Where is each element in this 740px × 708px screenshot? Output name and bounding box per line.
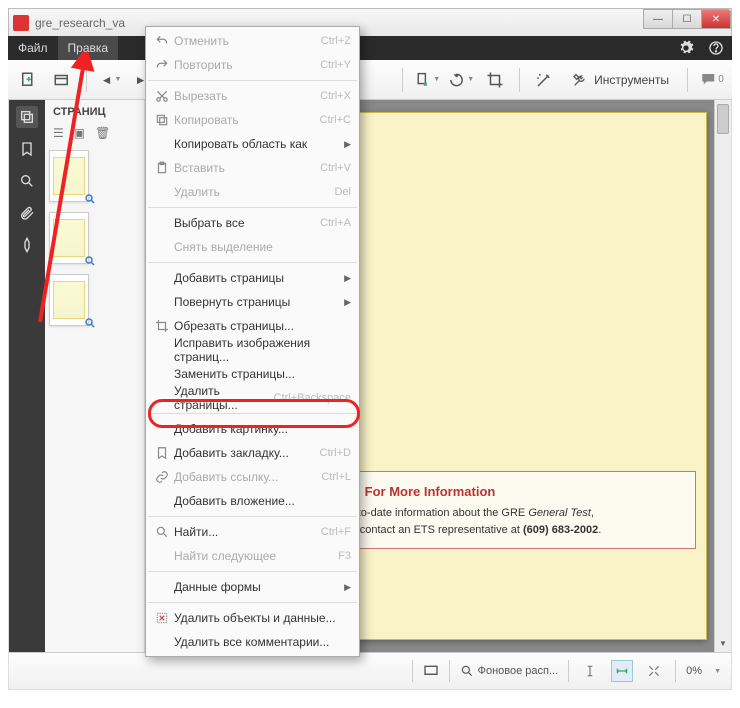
menu-file[interactable]: Файл [8, 36, 58, 60]
workspace: СТРАНИЦ ☰ ▣ 🗑 For More Information to ge… [8, 100, 732, 652]
menu-item-копировать-область-как[interactable]: Копировать область как▶ [146, 132, 359, 156]
icon-strip [9, 100, 45, 652]
titlebar: gre_research_va — ☐ ✕ [8, 8, 732, 36]
add-page-button[interactable]: ▼ [413, 66, 441, 94]
cut-icon [150, 89, 174, 103]
fit-label: Фоновое расп... [478, 665, 559, 677]
menubar: Файл Правка [8, 36, 732, 60]
delobj-icon [150, 611, 174, 625]
menu-item-удалить-объекты-и-данные-[interactable]: Удалить объекты и данные... [146, 606, 359, 630]
chevron-right-icon: ▶ [344, 297, 351, 308]
vertical-scrollbar[interactable]: ▲ ▼ [714, 100, 731, 652]
menu-item-выбрать-все[interactable]: Выбрать всеCtrl+A [146, 211, 359, 235]
menu-item-копировать: КопироватьCtrl+C [146, 108, 359, 132]
close-button[interactable]: ✕ [701, 9, 731, 29]
chevron-right-icon: ▶ [344, 273, 351, 284]
menu-item-удалить-все-комментарии-[interactable]: Удалить все комментарии... [146, 630, 359, 654]
menu-item-удалить: УдалитьDel [146, 180, 359, 204]
menu-item-исправить-изображения-страниц-[interactable]: Исправить изображения страниц... [146, 338, 359, 362]
fit-height-button[interactable] [579, 660, 601, 682]
rotate-button[interactable]: ▼ [447, 66, 475, 94]
search-icon[interactable] [16, 170, 38, 192]
bookmark-icon [150, 446, 174, 460]
menu-item-повторить: ПовторитьCtrl+Y [146, 53, 359, 77]
thumbnails-panel: СТРАНИЦ ☰ ▣ 🗑 [45, 100, 145, 652]
paste-icon [150, 161, 174, 175]
attachment-icon[interactable] [16, 202, 38, 224]
menu-item-заменить-страницы-[interactable]: Заменить страницы... [146, 362, 359, 386]
copy-icon[interactable] [16, 106, 38, 128]
fit-page-button[interactable] [643, 660, 665, 682]
menu-item-повернуть-страницы[interactable]: Повернуть страницы▶ [146, 290, 359, 314]
menu-edit[interactable]: Правка [58, 36, 119, 60]
menu-item-добавить-вложение-[interactable]: Добавить вложение... [146, 489, 359, 513]
menu-item-обрезать-страницы-[interactable]: Обрезать страницы... [146, 314, 359, 338]
toolbar: ◄▼ ►▼ ▼ ▼ Инструменты 0 [8, 60, 732, 100]
crop-button[interactable] [481, 66, 509, 94]
find-icon [150, 525, 174, 539]
menu-item-добавить-картинку-[interactable]: Добавить картинку... [146, 417, 359, 441]
thumbnail-actions: ☰ ▣ 🗑 [45, 124, 144, 146]
bookmark-icon[interactable] [16, 138, 38, 160]
menu-item-добавить-ссылку-: Добавить ссылку...Ctrl+L [146, 465, 359, 489]
edit-menu-dropdown: ОтменитьCtrl+ZПовторитьCtrl+Y ВырезатьCtr… [145, 26, 360, 657]
layout-mode-button[interactable] [423, 663, 439, 679]
gear-icon[interactable] [678, 40, 694, 56]
chevron-right-icon: ▶ [344, 139, 351, 150]
menu-item-удалить-страницы-[interactable]: Удалить страницы...Ctrl+Backspace [146, 386, 359, 410]
thumbnail[interactable] [49, 274, 89, 326]
menu-item-вставить: ВставитьCtrl+V [146, 156, 359, 180]
help-icon[interactable] [708, 40, 724, 56]
zoom-value[interactable]: 0% [686, 665, 702, 677]
menu-item-вырезать: ВырезатьCtrl+X [146, 84, 359, 108]
fit-mode-button[interactable]: Фоновое расп... [460, 664, 559, 678]
menu-item-отменить: ОтменитьCtrl+Z [146, 29, 359, 53]
menu-item-добавить-страницы[interactable]: Добавить страницы▶ [146, 266, 359, 290]
thumb-menu-icon[interactable]: ☰ [53, 126, 64, 140]
nav-back-button[interactable]: ◄▼ [97, 66, 125, 94]
thumb-delete-icon[interactable]: 🗑 [95, 126, 110, 140]
zoom-dropdown-icon[interactable]: ▼ [714, 668, 721, 675]
menu-item-добавить-закладку-[interactable]: Добавить закладку...Ctrl+D [146, 441, 359, 465]
menu-item-найти-[interactable]: Найти...Ctrl+F [146, 520, 359, 544]
menu-item-найти-следующее: Найти следующееF3 [146, 544, 359, 568]
chevron-right-icon: ▶ [344, 582, 351, 593]
scroll-thumb[interactable] [717, 104, 729, 134]
thumbnails-header: СТРАНИЦ [45, 100, 144, 124]
wand-button[interactable] [530, 66, 558, 94]
menu-item-снять-выделение: Снять выделение [146, 235, 359, 259]
undo-icon [150, 34, 174, 48]
window-title: gre_research_va [35, 16, 125, 30]
minimize-button[interactable]: — [643, 9, 673, 29]
thumb-add-icon[interactable]: ▣ [74, 126, 85, 140]
redo-icon [150, 58, 174, 72]
copy-icon [150, 113, 174, 127]
menu-item-данные-формы[interactable]: Данные формы▶ [146, 575, 359, 599]
tools-label: Инструменты [594, 73, 669, 87]
crop-icon [150, 319, 174, 333]
link-icon [150, 470, 174, 484]
tab-add-button[interactable] [48, 66, 76, 94]
app-icon [13, 15, 29, 31]
statusbar: Фоновое расп... 0% ▼ [8, 652, 732, 690]
thumbnails-list [45, 146, 144, 652]
scroll-down-icon[interactable]: ▼ [715, 635, 731, 652]
window-controls: — ☐ ✕ [644, 9, 731, 29]
new-doc-button[interactable] [14, 66, 42, 94]
signature-icon[interactable] [16, 234, 38, 256]
comment-button[interactable]: 0 [698, 66, 726, 94]
tools-button[interactable]: Инструменты [564, 72, 677, 88]
fit-width-button[interactable] [611, 660, 633, 682]
thumbnail[interactable] [49, 212, 89, 264]
maximize-button[interactable]: ☐ [672, 9, 702, 29]
thumbnail[interactable] [49, 150, 89, 202]
